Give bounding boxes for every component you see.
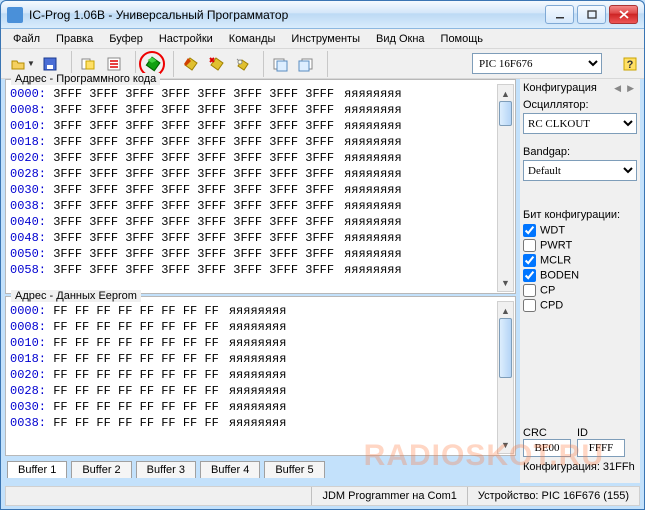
tab-buffer-1[interactable]: Buffer 1 — [7, 461, 67, 478]
menu-настройки[interactable]: Настройки — [151, 31, 221, 47]
write-chip-icon[interactable] — [177, 51, 203, 77]
bandgap-select[interactable]: Default — [523, 160, 637, 181]
hex-row: 0018: FF FF FF FF FF FF FF FFяяяяяяяя — [10, 351, 511, 367]
tab-buffer-2[interactable]: Buffer 2 — [71, 461, 131, 478]
hex-row: 0048: 3FFF 3FFF 3FFF 3FFF 3FFF 3FFF 3FFF… — [10, 230, 511, 246]
config-title: Конфигурация — [523, 82, 611, 94]
hex-row: 0030: 3FFF 3FFF 3FFF 3FFF 3FFF 3FFF 3FFF… — [10, 182, 511, 198]
statusbar: JDM Programmer на Com1 Устройство: PIC 1… — [5, 486, 640, 506]
bit-cp-checkbox[interactable] — [523, 284, 536, 297]
hex-row: 0010: 3FFF 3FFF 3FFF 3FFF 3FFF 3FFF 3FFF… — [10, 118, 511, 134]
bit-mclr-label: MCLR — [540, 254, 571, 266]
buffer-tabs: Buffer 1Buffer 2 Buffer 3Buffer 4Buffer 5 — [5, 458, 516, 478]
bits-label: Бит конфигурации: — [523, 209, 637, 221]
bit-mclr-checkbox[interactable] — [523, 254, 536, 267]
config-next-icon[interactable]: ▶ — [624, 83, 637, 94]
bit-mclr[interactable]: MCLR — [523, 253, 637, 268]
window-title: IC-Prog 1.06B - Универсальный Программат… — [29, 8, 545, 22]
bit-cpd-checkbox[interactable] — [523, 299, 536, 312]
verify-chip-icon[interactable] — [229, 51, 255, 77]
crc-field[interactable] — [523, 439, 571, 457]
hex-row: 0000: 3FFF 3FFF 3FFF 3FFF 3FFF 3FFF 3FFF… — [10, 86, 511, 102]
eeprom-hex[interactable]: 0000: FF FF FF FF FF FF FF FFяяяяяяяя000… — [6, 301, 515, 433]
buffer-b-icon[interactable] — [293, 51, 319, 77]
config-panel: Конфигурация ◀ ▶ Осциллятор: RC CLKOUT B… — [520, 79, 640, 483]
menu-помощь[interactable]: Помощь — [433, 31, 492, 47]
code-hex[interactable]: 0000: 3FFF 3FFF 3FFF 3FFF 3FFF 3FFF 3FFF… — [6, 84, 515, 280]
titlebar: IC-Prog 1.06B - Универсальный Программат… — [1, 1, 644, 29]
hex-row: 0028: 3FFF 3FFF 3FFF 3FFF 3FFF 3FFF 3FFF… — [10, 166, 511, 182]
tab-buffer-4[interactable]: Buffer 4 — [200, 461, 260, 478]
hex-row: 0008: FF FF FF FF FF FF FF FFяяяяяяяя — [10, 319, 511, 335]
bit-cp-label: CP — [540, 284, 555, 296]
bit-wdt[interactable]: WDT — [523, 223, 637, 238]
config-prev-icon[interactable]: ◀ — [611, 83, 624, 94]
open-icon-dropdown[interactable]: ▼ — [27, 59, 37, 68]
svg-text:?: ? — [627, 59, 634, 71]
status-device: Устройство: PIC 16F676 (155) — [467, 487, 639, 505]
hex-row: 0028: FF FF FF FF FF FF FF FFяяяяяяяя — [10, 383, 511, 399]
menu-вид-окна[interactable]: Вид Окна — [368, 31, 433, 47]
menubar: ФайлПравкаБуферНастройкиКомандыИнструмен… — [1, 29, 644, 49]
hex-row: 0010: FF FF FF FF FF FF FF FFяяяяяяяя — [10, 335, 511, 351]
code-panel: Адрес - Программного кода 0000: 3FFF 3FF… — [5, 79, 516, 294]
bit-boden[interactable]: BODEN — [523, 268, 637, 283]
bit-cp[interactable]: CP — [523, 283, 637, 298]
help-button[interactable]: ? — [620, 54, 640, 74]
hex-row: 0038: FF FF FF FF FF FF FF FFяяяяяяяя — [10, 415, 511, 431]
device-select[interactable]: PIC 16F676 — [472, 53, 602, 74]
eeprom-panel: Адрес - Данных Eeprom 0000: FF FF FF FF … — [5, 296, 516, 456]
id-label: ID — [577, 427, 625, 439]
hex-row: 0020: 3FFF 3FFF 3FFF 3FFF 3FFF 3FFF 3FFF… — [10, 150, 511, 166]
erase-chip-icon[interactable] — [203, 51, 229, 77]
maximize-button[interactable] — [577, 5, 606, 24]
hex-row: 0040: 3FFF 3FFF 3FFF 3FFF 3FFF 3FFF 3FFF… — [10, 214, 511, 230]
bit-boden-label: BODEN — [540, 269, 579, 281]
menu-файл[interactable]: Файл — [5, 31, 48, 47]
app-icon — [7, 7, 23, 23]
menu-буфер[interactable]: Буфер — [101, 31, 151, 47]
code-panel-title: Адрес - Программного кода — [11, 73, 160, 85]
hex-row: 0020: FF FF FF FF FF FF FF FFяяяяяяяя — [10, 367, 511, 383]
tab-buffer-5[interactable]: Buffer 5 — [264, 461, 324, 478]
bit-pwrt[interactable]: PWRT — [523, 238, 637, 253]
hex-row: 0038: 3FFF 3FFF 3FFF 3FFF 3FFF 3FFF 3FFF… — [10, 198, 511, 214]
menu-команды[interactable]: Команды — [221, 31, 284, 47]
hex-row: 0050: 3FFF 3FFF 3FFF 3FFF 3FFF 3FFF 3FFF… — [10, 246, 511, 262]
buffer-a-icon[interactable] — [267, 51, 293, 77]
minimize-button[interactable] — [545, 5, 574, 24]
menu-инструменты[interactable]: Инструменты — [283, 31, 368, 47]
status-programmer: JDM Programmer на Com1 — [311, 487, 466, 505]
crc-label: CRC — [523, 427, 571, 439]
code-scrollbar[interactable]: ▲ ▼ — [497, 84, 514, 292]
hex-row: 0058: 3FFF 3FFF 3FFF 3FFF 3FFF 3FFF 3FFF… — [10, 262, 511, 278]
hex-row: 0018: 3FFF 3FFF 3FFF 3FFF 3FFF 3FFF 3FFF… — [10, 134, 511, 150]
bit-pwrt-checkbox[interactable] — [523, 239, 536, 252]
oscillator-select[interactable]: RC CLKOUT — [523, 113, 637, 134]
bit-wdt-label: WDT — [540, 224, 565, 236]
id-field[interactable] — [577, 439, 625, 457]
oscillator-label: Осциллятор: — [523, 99, 637, 111]
close-button[interactable] — [609, 5, 638, 24]
config-word: Конфигурация: 31FFh — [523, 461, 637, 473]
bit-wdt-checkbox[interactable] — [523, 224, 536, 237]
bit-pwrt-label: PWRT — [540, 239, 572, 251]
bit-cpd-label: CPD — [540, 299, 563, 311]
eeprom-scrollbar[interactable]: ▲ ▼ — [497, 301, 514, 454]
tab-buffer-3[interactable]: Buffer 3 — [136, 461, 196, 478]
bandgap-label: Bandgap: — [523, 146, 637, 158]
bit-cpd[interactable]: CPD — [523, 298, 637, 313]
hex-row: 0000: FF FF FF FF FF FF FF FFяяяяяяяя — [10, 303, 511, 319]
menu-правка[interactable]: Правка — [48, 31, 101, 47]
eeprom-panel-title: Адрес - Данных Eeprom — [11, 290, 141, 302]
hex-row: 0030: FF FF FF FF FF FF FF FFяяяяяяяя — [10, 399, 511, 415]
bit-boden-checkbox[interactable] — [523, 269, 536, 282]
hex-row: 0008: 3FFF 3FFF 3FFF 3FFF 3FFF 3FFF 3FFF… — [10, 102, 511, 118]
